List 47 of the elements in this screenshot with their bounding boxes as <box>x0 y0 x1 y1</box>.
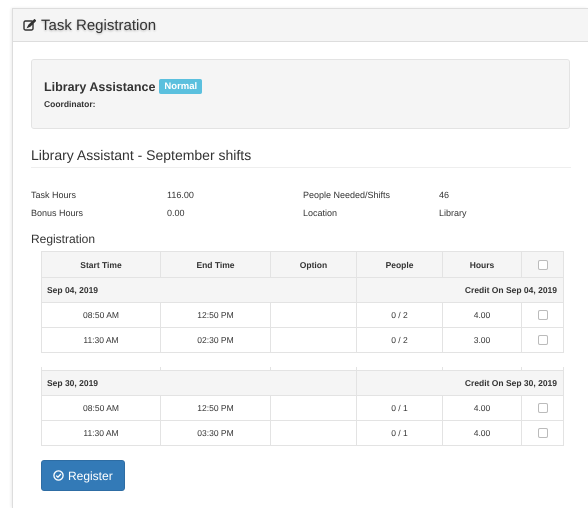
info-value: 46 <box>439 190 450 200</box>
info-label: Task Hours <box>31 190 78 200</box>
priority-badge: Normal <box>159 79 202 94</box>
info-value: 116.00 <box>167 190 195 200</box>
info-value: Library <box>439 208 468 218</box>
column-header: Start Time <box>42 252 160 278</box>
table-cell: 02:30 PM <box>197 335 234 345</box>
table-cell: 3.00 <box>474 335 490 345</box>
panel-title: Task Registration <box>41 16 156 34</box>
table-cell: 4.00 <box>474 310 490 320</box>
table-cell: 11:30 AM <box>83 428 119 438</box>
table-cell: 08:50 AM <box>83 310 119 320</box>
row-checkbox[interactable] <box>538 403 548 414</box>
group-date: Sep 30, 2019 <box>47 378 98 388</box>
column-header: People <box>356 252 442 278</box>
row-checkbox[interactable] <box>538 310 548 320</box>
table-cell: 0 / 2 <box>391 335 408 345</box>
credit-date: Credit On Sep 30, 2019 <box>464 378 557 388</box>
credit-date: Credit On Sep 04, 2019 <box>464 285 557 295</box>
column-header: Hours <box>442 252 522 278</box>
select-all-checkbox[interactable] <box>538 260 548 270</box>
table-cell: 0 / 1 <box>391 428 408 438</box>
task-subtitle: Library Assistant - September shifts <box>31 147 571 168</box>
info-value: 0.00 <box>167 208 186 218</box>
table-cell: 11:30 AM <box>83 335 119 345</box>
table-cell: 0 / 2 <box>391 310 408 320</box>
table-cell: 12:50 PM <box>197 310 234 320</box>
table-cell: 12:50 PM <box>197 403 234 413</box>
edit-icon <box>23 19 36 31</box>
info-label: Bonus Hours <box>31 208 84 218</box>
row-checkbox[interactable] <box>538 428 548 438</box>
section-heading: Registration <box>31 232 96 246</box>
table-cell: 03:30 PM <box>197 428 234 438</box>
task-name: Library Assistance <box>44 80 156 94</box>
column-header: End Time <box>160 252 270 278</box>
check-circle-icon <box>53 470 64 481</box>
row-checkbox[interactable] <box>538 335 548 346</box>
table-cell: 4.00 <box>474 403 490 413</box>
table-cell: 0 / 1 <box>391 403 408 413</box>
register-button[interactable]: Register <box>41 460 125 491</box>
table-cell: 08:50 AM <box>83 403 119 413</box>
info-label: Location <box>303 208 338 218</box>
coordinator-label: Coordinator: <box>44 99 96 109</box>
info-label: People Needed/Shifts <box>303 190 392 200</box>
column-header: Option <box>270 252 356 278</box>
table-cell: 4.00 <box>474 428 490 438</box>
group-date: Sep 04, 2019 <box>47 285 98 295</box>
